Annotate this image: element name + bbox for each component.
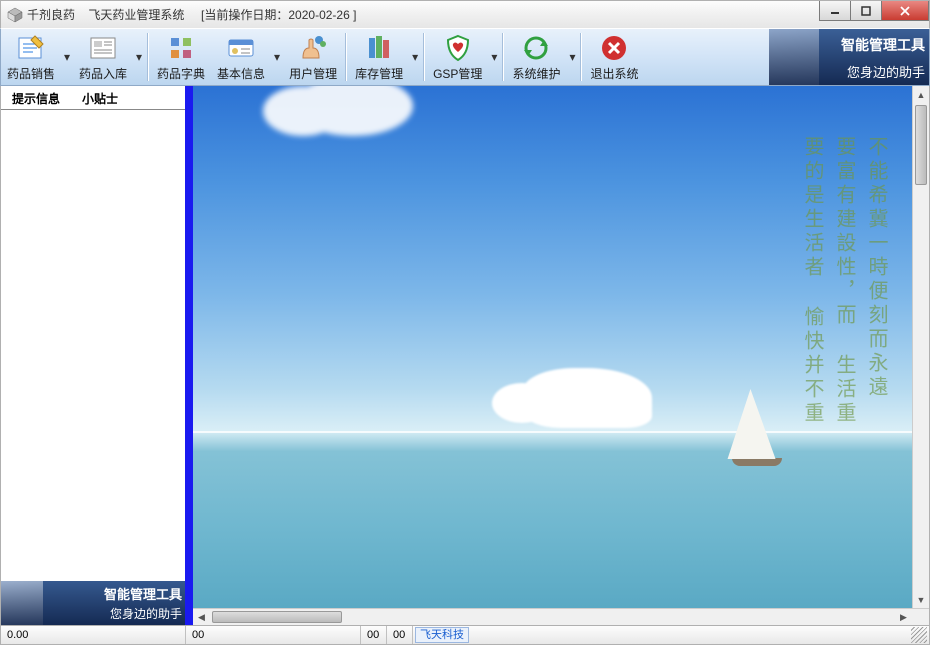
tiles-icon	[165, 32, 197, 64]
toolbar-edit-note-button[interactable]: 药品销售	[1, 29, 61, 85]
toolbar-close-round-button[interactable]: 退出系统	[584, 29, 644, 85]
status-cell-3: 00	[361, 626, 387, 644]
system-name: 飞天药业管理系统	[88, 8, 184, 22]
shield-heart-icon	[442, 32, 474, 64]
toolbar-separator	[147, 33, 149, 81]
status-cell-4: 00	[387, 626, 413, 644]
toolbar: 药品销售 ▾ 药品入库 ▾ 药品字典基本信息 ▾ 用户管理 库存管理 ▾ GSP管理 ▾ 系统维护 ▾ 退…	[0, 28, 930, 86]
card-icon	[225, 32, 257, 64]
main-panel: 不能希冀一時便刻而永遠 要富有建設性，而 生活重要的是生活者 愉快并不重 ▲ ▼…	[193, 86, 929, 625]
wallpaper-canvas: 不能希冀一時便刻而永遠 要富有建設性，而 生活重要的是生活者 愉快并不重	[193, 86, 912, 608]
scroll-left-arrow-icon[interactable]: ◀	[193, 609, 210, 625]
toolbar-label: 药品入库	[79, 65, 127, 82]
toolbar-label: 药品字典	[157, 65, 205, 82]
toolbar-label: 用户管理	[289, 65, 337, 82]
left-brand-badge: 智能管理工具 您身边的助手	[1, 581, 185, 625]
toolbar-label: GSP管理	[433, 65, 482, 82]
status-cell-1: 0.00	[1, 626, 186, 644]
left-brand-line1: 智能管理工具	[104, 584, 182, 603]
toolbar-label: 系统维护	[512, 65, 560, 82]
toolbar-label: 药品销售	[7, 65, 55, 82]
left-tabs: 提示信息小贴士	[1, 86, 185, 110]
toolbar-label: 库存管理	[355, 65, 403, 82]
toolbar-books-button[interactable]: 库存管理	[349, 29, 409, 85]
window-controls	[820, 1, 929, 21]
left-content	[1, 110, 185, 581]
dropdown-arrow-icon[interactable]: ▾	[409, 50, 421, 64]
resize-grip-icon[interactable]	[911, 627, 927, 643]
dropdown-arrow-icon[interactable]: ▾	[566, 50, 578, 64]
close-button[interactable]	[881, 1, 929, 21]
app-name: 千剂良药	[27, 8, 75, 22]
scroll-thumb[interactable]	[212, 611, 342, 623]
cloud-icon	[522, 368, 652, 428]
books-icon	[363, 32, 395, 64]
left-panel: 提示信息小贴士 智能管理工具 您身边的助手	[1, 86, 193, 625]
scroll-thumb[interactable]	[915, 105, 927, 185]
title-text: 千剂良药 飞天药业管理系统 [当前操作日期：2020-02-26 ]	[27, 6, 356, 23]
toolbar-refresh-button[interactable]: 系统维护	[506, 29, 566, 85]
maximize-button[interactable]	[850, 1, 882, 21]
scroll-track[interactable]	[913, 103, 929, 591]
brand-badge: 智能管理工具 您身边的助手	[769, 29, 929, 85]
dropdown-arrow-icon[interactable]: ▾	[133, 50, 145, 64]
horizontal-scrollbar[interactable]: ◀ ▶	[193, 608, 929, 625]
toolbar-card-button[interactable]: 基本信息	[211, 29, 271, 85]
scroll-track[interactable]	[210, 609, 895, 625]
vertical-scrollbar[interactable]: ▲ ▼	[912, 86, 929, 608]
toolbar-separator	[502, 33, 504, 81]
close-round-icon	[598, 32, 630, 64]
hand-people-icon	[297, 32, 329, 64]
scroll-down-arrow-icon[interactable]: ▼	[913, 591, 929, 608]
brand-line2: 您身边的助手	[847, 62, 925, 81]
newspaper-icon	[87, 32, 119, 64]
sailboat-icon	[730, 389, 782, 466]
app-icon	[7, 7, 23, 23]
toolbar-label: 退出系统	[590, 65, 638, 82]
scroll-right-arrow-icon[interactable]: ▶	[895, 609, 912, 625]
scroll-corner	[912, 609, 929, 625]
refresh-icon	[520, 32, 552, 64]
dropdown-arrow-icon[interactable]: ▾	[488, 50, 500, 64]
company-link[interactable]: 飞天科技	[415, 627, 469, 643]
toolbar-shield-heart-button[interactable]: GSP管理	[427, 29, 488, 85]
toolbar-label: 基本信息	[217, 65, 265, 82]
date-label: [当前操作日期：2020-02-26 ]	[201, 8, 356, 22]
toolbar-separator	[423, 33, 425, 81]
toolbar-separator	[580, 33, 582, 81]
status-cell-2: 00	[186, 626, 361, 644]
poem-text: 不能希冀一時便刻而永遠 要富有建設性，而 生活重要的是生活者 愉快并不重	[796, 136, 892, 436]
toolbar-newspaper-button[interactable]: 药品入库	[73, 29, 133, 85]
edit-note-icon	[15, 32, 47, 64]
tab-小贴士[interactable]: 小贴士	[71, 86, 129, 109]
scroll-up-arrow-icon[interactable]: ▲	[913, 86, 929, 103]
statusbar: 0.00 00 00 00 飞天科技	[0, 625, 930, 645]
toolbar-tiles-button[interactable]: 药品字典	[151, 29, 211, 85]
brand-line1: 智能管理工具	[841, 35, 925, 55]
dropdown-arrow-icon[interactable]: ▾	[271, 50, 283, 64]
titlebar: 千剂良药 飞天药业管理系统 [当前操作日期：2020-02-26 ]	[0, 0, 930, 28]
tab-提示信息[interactable]: 提示信息	[1, 86, 71, 109]
toolbar-hand-people-button[interactable]: 用户管理	[283, 29, 343, 85]
toolbar-separator	[345, 33, 347, 81]
dropdown-arrow-icon[interactable]: ▾	[61, 50, 73, 64]
minimize-button[interactable]	[819, 1, 851, 21]
left-brand-line2: 您身边的助手	[110, 605, 182, 622]
